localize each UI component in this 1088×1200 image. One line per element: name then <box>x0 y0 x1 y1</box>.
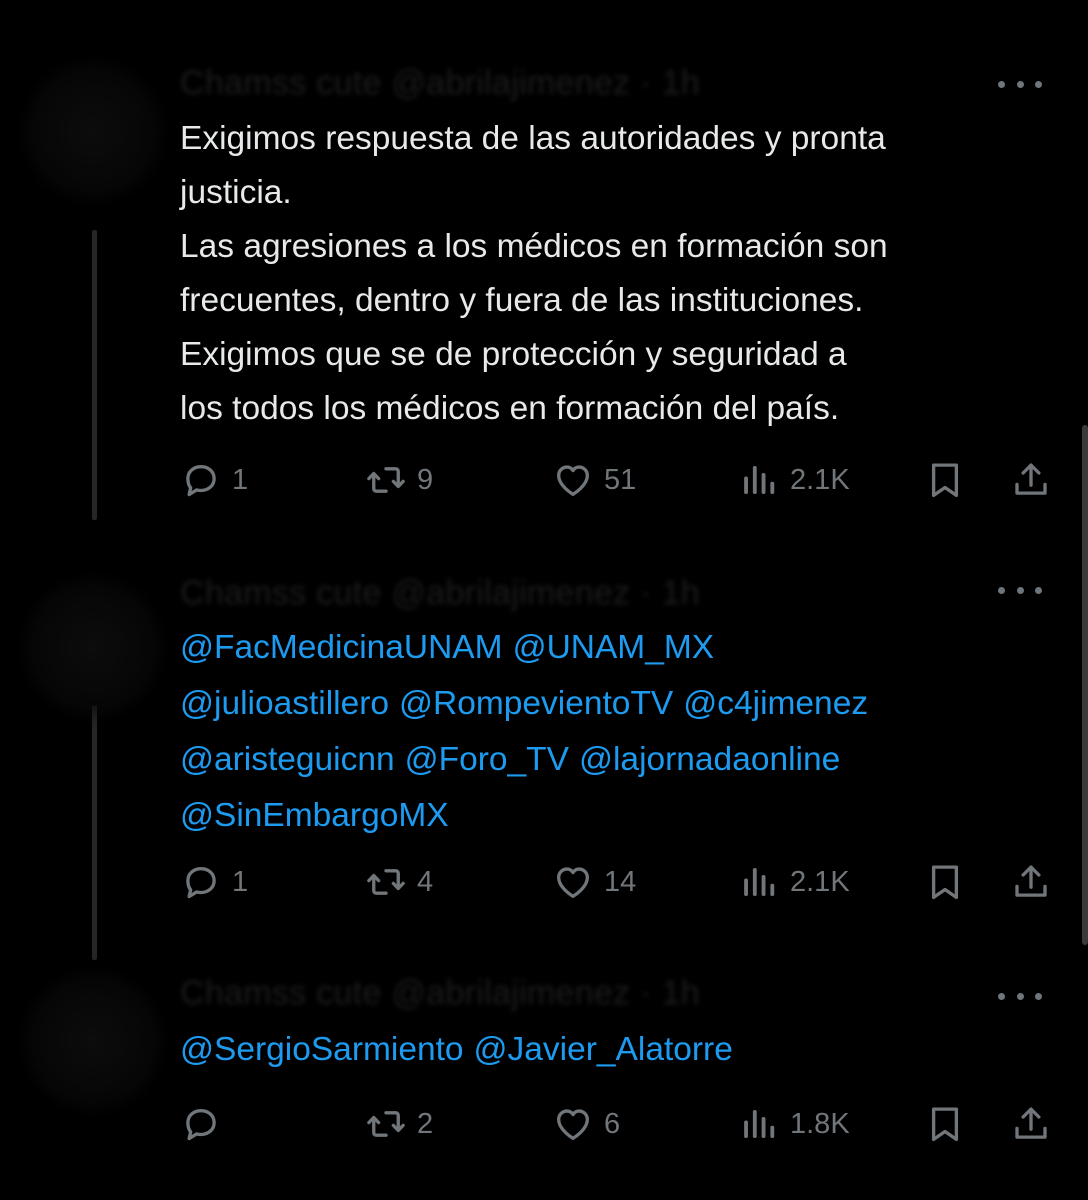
reply-icon <box>180 459 222 501</box>
scrollbar[interactable] <box>1082 425 1088 945</box>
like-count: 6 <box>604 1107 621 1140</box>
author-line[interactable]: Chamss cute @abrilajimenez · 1h <box>180 974 700 1013</box>
mention-link[interactable]: @julioastillero <box>180 685 389 722</box>
views-icon <box>738 1103 780 1145</box>
more-icon[interactable] <box>998 580 1042 600</box>
views-button[interactable]: 2.1K <box>738 456 850 504</box>
heart-icon <box>552 459 594 501</box>
tweet-mentions: @FacMedicinaUNAM @UNAM_MX @julioastillero… <box>180 620 1070 844</box>
views-icon <box>738 459 780 501</box>
tweet[interactable]: Chamss cute @abrilajimenez · 1h @FacMedi… <box>0 540 1088 960</box>
reply-button[interactable]: 1 <box>180 858 248 906</box>
share-icon <box>1010 1103 1052 1145</box>
bookmark-icon <box>924 861 966 903</box>
repost-button[interactable]: 9 <box>365 456 433 504</box>
views-button[interactable]: 2.1K <box>738 858 850 906</box>
more-icon[interactable] <box>998 74 1042 94</box>
bookmark-button[interactable] <box>924 456 966 504</box>
views-count: 2.1K <box>790 865 850 898</box>
action-bar: 2 6 1.8K <box>180 1100 1060 1148</box>
bookmark-icon <box>924 1103 966 1145</box>
repost-count: 9 <box>417 463 434 496</box>
views-button[interactable]: 1.8K <box>738 1100 850 1148</box>
like-button[interactable]: 51 <box>552 456 636 504</box>
tweet-mentions: @SergioSarmiento @Javier_Alatorre <box>180 1022 1070 1078</box>
views-icon <box>738 861 780 903</box>
mention-link[interactable]: @c4jimenez <box>683 685 868 722</box>
more-icon[interactable] <box>998 986 1042 1006</box>
tweet[interactable]: Chamss cute @abrilajimenez · 1h Exigimos… <box>0 0 1088 540</box>
repost-icon <box>365 459 407 501</box>
avatar[interactable] <box>34 982 152 1100</box>
mention-link[interactable]: @Javier_Alatorre <box>474 1031 733 1068</box>
mention-link[interactable]: @FacMedicinaUNAM <box>180 629 503 666</box>
reply-button[interactable] <box>180 1100 232 1148</box>
repost-button[interactable]: 2 <box>365 1100 433 1148</box>
share-icon <box>1010 459 1052 501</box>
mention-link[interactable]: @UNAM_MX <box>513 629 715 666</box>
mention-link[interactable]: @RompevientoTV <box>399 685 673 722</box>
like-button[interactable]: 6 <box>552 1100 620 1148</box>
action-bar: 1 9 51 2.1K <box>180 456 1060 504</box>
like-button[interactable]: 14 <box>552 858 636 906</box>
repost-button[interactable]: 4 <box>365 858 433 906</box>
reply-icon <box>180 861 222 903</box>
author-line[interactable]: Chamss cute @abrilajimenez · 1h <box>180 574 700 613</box>
mention-link[interactable]: @SinEmbargoMX <box>180 797 449 834</box>
reply-count: 1 <box>232 463 249 496</box>
reply-button[interactable]: 1 <box>180 456 248 504</box>
share-icon <box>1010 861 1052 903</box>
views-count: 1.8K <box>790 1107 850 1140</box>
bookmark-button[interactable] <box>924 858 966 906</box>
share-button[interactable] <box>1010 1100 1052 1148</box>
avatar[interactable] <box>34 72 152 190</box>
repost-count: 4 <box>417 865 434 898</box>
mention-link[interactable]: @lajornadaonline <box>579 741 840 778</box>
share-button[interactable] <box>1010 858 1052 906</box>
mention-link[interactable]: @SergioSarmiento <box>180 1031 464 1068</box>
author-line[interactable]: Chamss cute @abrilajimenez · 1h <box>180 64 700 103</box>
heart-icon <box>552 861 594 903</box>
mention-link[interactable]: @aristeguicnn <box>180 741 395 778</box>
like-count: 14 <box>604 865 637 898</box>
bookmark-button[interactable] <box>924 1100 966 1148</box>
views-count: 2.1K <box>790 463 850 496</box>
share-button[interactable] <box>1010 456 1052 504</box>
heart-icon <box>552 1103 594 1145</box>
action-bar: 1 4 14 2.1K <box>180 858 1060 906</box>
mention-link[interactable]: @Foro_TV <box>405 741 569 778</box>
reply-icon <box>180 1103 222 1145</box>
repost-count: 2 <box>417 1107 434 1140</box>
like-count: 51 <box>604 463 637 496</box>
bookmark-icon <box>924 459 966 501</box>
repost-icon <box>365 861 407 903</box>
avatar[interactable] <box>34 588 152 706</box>
tweet-text: Exigimos respuesta de las autoridades y … <box>180 120 888 427</box>
reply-count: 1 <box>232 865 249 898</box>
repost-icon <box>365 1103 407 1145</box>
tweet[interactable]: Chamss cute @abrilajimenez · 1h @SergioS… <box>0 960 1088 1200</box>
